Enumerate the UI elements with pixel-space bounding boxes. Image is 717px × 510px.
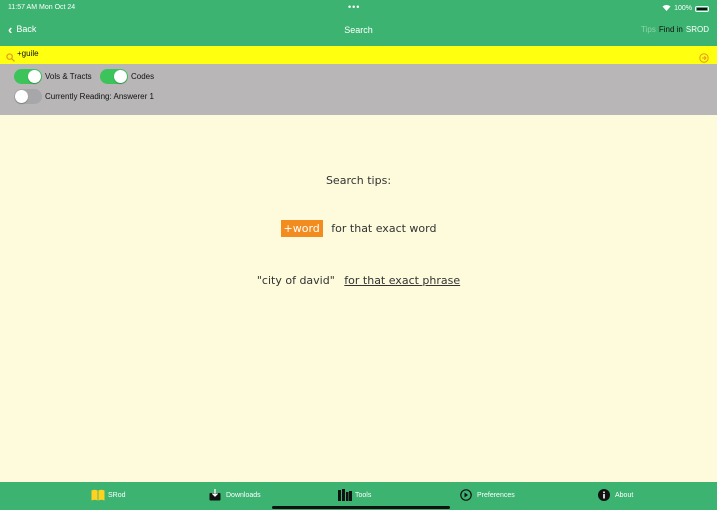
find-in-srod-button[interactable]: SROD	[686, 25, 709, 34]
tips-button[interactable]: Tips	[641, 25, 656, 34]
status-bar: 11:57 AM Mon Oct 24 ••• 100%	[0, 0, 717, 16]
codes-toggle[interactable]	[100, 69, 128, 84]
tip-phrase-text: for that exact phrase	[344, 274, 461, 287]
vols-tracts-label: Vols & Tracts	[45, 72, 92, 81]
tab-srod[interactable]: SRod	[91, 489, 126, 501]
tab-label: SRod	[108, 491, 126, 499]
page-title: Search	[344, 25, 373, 35]
battery-icon	[695, 5, 709, 12]
navigation-bar: ‹ Back Search Tips Find in SROD	[0, 16, 717, 46]
tab-label: Downloads	[226, 491, 261, 499]
multitasking-dots[interactable]: •••	[348, 2, 360, 12]
book-icon	[91, 489, 105, 501]
search-go-icon[interactable]	[699, 50, 709, 63]
tip-exact-phrase: "city of david" for that exact phrase	[0, 274, 717, 287]
codes-label: Codes	[131, 72, 155, 81]
tab-tools[interactable]: Tools	[338, 489, 371, 501]
search-tips-content: Search tips: +word for that exact word "…	[0, 115, 717, 482]
status-time: 11:57 AM Mon Oct 24	[8, 4, 76, 11]
currently-reading-toggle[interactable]	[14, 89, 42, 104]
search-tips-heading: Search tips:	[325, 174, 392, 187]
search-input[interactable]	[17, 49, 617, 58]
tip-phrase-example: "city of david"	[256, 274, 335, 287]
tab-label: Tools	[355, 491, 372, 499]
currently-reading-label: Currently Reading: Answerer 1	[45, 92, 154, 101]
library-icon	[338, 489, 352, 501]
tab-label: About	[615, 491, 634, 499]
tab-downloads[interactable]: Downloads	[209, 489, 261, 501]
search-icon	[6, 49, 15, 62]
tab-about[interactable]: About	[598, 489, 633, 501]
wifi-icon	[662, 4, 671, 13]
tab-preferences[interactable]: Preferences	[460, 489, 515, 501]
tip-word-text: for that exact word	[331, 222, 437, 235]
preferences-icon	[460, 489, 472, 501]
tip-exact-word: +word for that exact word	[0, 220, 717, 237]
tab-label: Preferences	[477, 491, 515, 499]
info-icon	[598, 489, 610, 501]
tip-word-example: +word	[280, 220, 323, 237]
status-right: 100%	[662, 4, 709, 13]
home-indicator[interactable]	[272, 506, 450, 509]
nav-actions: Tips Find in SROD	[641, 25, 709, 34]
search-bar	[0, 46, 717, 64]
download-icon	[209, 489, 221, 501]
battery-percent: 100%	[674, 5, 692, 12]
vols-tracts-toggle[interactable]	[14, 69, 42, 84]
search-options-panel: Vols & Tracts Codes Currently Reading: A…	[0, 64, 717, 115]
find-in-label: Find in	[658, 25, 683, 34]
